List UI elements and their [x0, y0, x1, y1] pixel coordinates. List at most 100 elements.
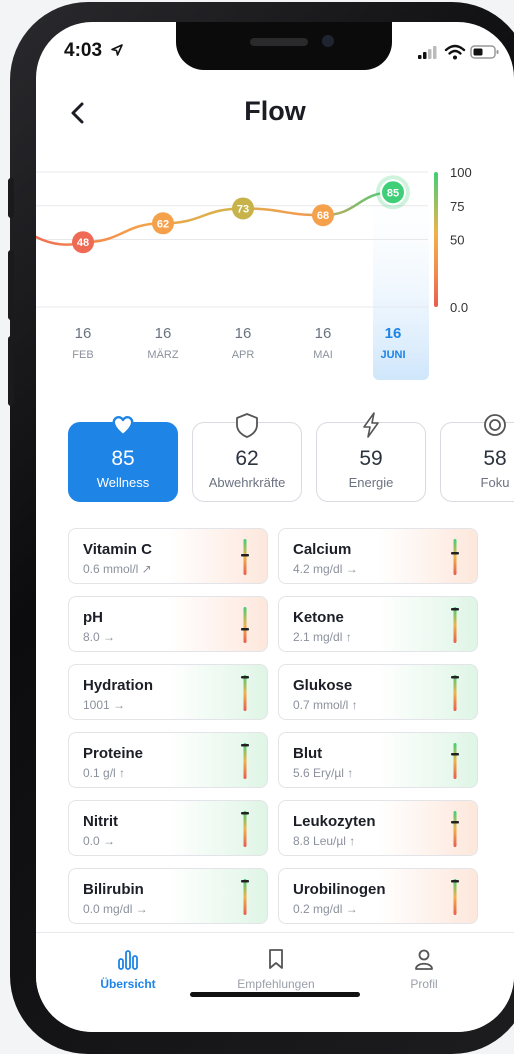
target-icon [441, 411, 514, 439]
category-tiles: 85 Wellness 62 Abwehrkräfte 59 Energie 58 Foku [36, 412, 514, 522]
tile-energie[interactable]: 59 Energie [316, 412, 426, 502]
parameter-value: 0.7 mmol/l ↑ [293, 698, 358, 712]
nav-label: Profil [410, 977, 438, 991]
nav-label: Empfehlungen [237, 977, 315, 991]
parameter-value: 1001 → [83, 698, 126, 712]
parameter-card[interactable]: Proteine 0.1 g/l ↑ [68, 732, 268, 788]
flow-chart-svg: 0.0 50 75 100 48 62 73 68 85 16 FEB 16 MÄRZ 16 APR 16 MA… [36, 165, 472, 380]
date-month-label[interactable]: MÄRZ [147, 349, 178, 361]
date-day-label[interactable]: 16 [235, 325, 252, 342]
nav-label: Übersicht [100, 977, 156, 991]
data-point-label: 68 [317, 210, 329, 222]
nav-item-übersicht[interactable]: Übersicht [68, 947, 188, 991]
parameter-name: Hydration [83, 677, 154, 694]
parameter-value: 8.8 Leu/µl ↑ [293, 834, 356, 848]
tile-value: 85 [111, 447, 135, 470]
front-camera [322, 35, 334, 47]
date-month-label[interactable]: MAI [313, 349, 333, 361]
date-day-label[interactable]: 16 [385, 325, 402, 342]
level-gauge [241, 811, 249, 847]
shield-icon [193, 411, 301, 439]
lightning-icon [317, 411, 425, 439]
parameter-card[interactable]: Calcium 4.2 mg/dl → [278, 528, 478, 584]
notch [176, 22, 392, 70]
heart-icon [69, 411, 177, 439]
bookmark-icon [216, 947, 336, 971]
parameter-name: Glukose [293, 677, 353, 694]
tile-label: Wellness [96, 475, 150, 490]
data-point-label: 48 [77, 237, 89, 249]
parameter-value: 0.0 → [83, 834, 116, 848]
status-time-text: 4:03 [64, 40, 103, 61]
page-title: Flow [244, 96, 306, 126]
signal-icon [418, 46, 437, 59]
date-day-label[interactable]: 16 [315, 325, 332, 342]
date-day-label[interactable]: 16 [75, 325, 92, 342]
parameter-name: Blut [293, 745, 323, 762]
parameter-card[interactable]: Leukozyten 8.8 Leu/µl ↑ [278, 800, 478, 856]
parameter-card[interactable]: Urobilinogen 0.2 mg/dl → [278, 868, 478, 924]
y-tick-label: 75 [450, 199, 464, 214]
parameter-name: Nitrit [83, 813, 118, 830]
tile-label: Abwehrkräfte [208, 475, 286, 490]
level-gauge [241, 607, 249, 643]
date-month-label[interactable]: JUNI [380, 349, 405, 361]
status-indicators [418, 42, 508, 62]
level-gauge [451, 879, 459, 915]
parameter-value: 5.6 Ery/µl ↑ [293, 766, 354, 780]
level-gauge [241, 743, 249, 779]
wifi-icon [444, 44, 466, 60]
tile-foku[interactable]: 58 Foku [440, 414, 514, 502]
tile-value: 58 [483, 447, 507, 470]
parameter-card[interactable]: Blut 5.6 Ery/µl ↑ [278, 732, 478, 788]
location-arrow-icon [111, 44, 124, 56]
parameter-value: 2.1 mg/dl ↑ [293, 630, 352, 644]
level-gauge [451, 811, 459, 847]
parameter-value: 0.1 g/l ↑ [83, 766, 126, 780]
battery-icon [470, 45, 499, 59]
person-icon [364, 947, 484, 971]
date-month-label[interactable]: FEB [72, 349, 93, 361]
nav-item-empfehlungen[interactable]: Empfehlungen [216, 947, 336, 991]
date-day-label[interactable]: 16 [155, 325, 172, 342]
level-gauge [241, 539, 249, 575]
parameter-name: Urobilinogen [293, 881, 386, 898]
parameter-name: Calcium [293, 541, 352, 558]
level-gauge [451, 743, 459, 779]
parameter-card[interactable]: Bilirubin 0.0 mg/dl → [68, 868, 268, 924]
parameter-name: pH [83, 609, 103, 626]
side-button-volume-up [8, 250, 14, 320]
y-tick-label: 50 [450, 233, 464, 248]
side-button-silent [8, 178, 14, 218]
parameter-card[interactable]: Nitrit 0.0 → [68, 800, 268, 856]
parameter-value: 0.2 mg/dl → [293, 902, 358, 916]
parameter-card[interactable]: Hydration 1001 → [68, 664, 268, 720]
bottom-navigation: Übersicht Empfehlungen Profil [36, 932, 514, 1032]
parameter-value: 4.2 mg/dl → [293, 562, 358, 576]
parameter-card[interactable]: pH 8.0 → [68, 596, 268, 652]
tile-value: 62 [235, 447, 259, 470]
tile-abwehrkräfte[interactable]: 62 Abwehrkräfte [192, 413, 302, 502]
parameter-card[interactable]: Ketone 2.1 mg/dl ↑ [278, 596, 478, 652]
tile-label: Energie [348, 475, 394, 490]
parameter-card[interactable]: Vitamin C 0.6 mmol/l ↗ [68, 528, 268, 584]
level-gauge [451, 675, 459, 711]
parameter-value: 8.0 → [83, 630, 116, 644]
flow-chart[interactable]: 0.0 50 75 100 48 62 73 68 85 16 FEB 16 MÄRZ 16 APR 16 MA… [36, 162, 514, 402]
tile-wellness[interactable]: 85 Wellness [68, 415, 178, 502]
parameter-name: Vitamin C [83, 541, 152, 558]
parameter-card[interactable]: Glukose 0.7 mmol/l ↑ [278, 664, 478, 720]
parameter-name: Leukozyten [293, 813, 376, 830]
nav-item-profil[interactable]: Profil [364, 947, 484, 991]
parameter-value: 0.6 mmol/l ↗ [83, 562, 152, 576]
parameter-name: Bilirubin [83, 881, 144, 898]
data-point-label: 73 [237, 203, 249, 215]
data-point-label: 62 [157, 218, 169, 230]
y-tick-label: 100 [450, 165, 472, 180]
score-scale-bar [434, 172, 438, 307]
date-month-label[interactable]: APR [232, 349, 255, 361]
bar-chart-icon [68, 947, 188, 971]
home-indicator [190, 992, 360, 997]
level-gauge [241, 675, 249, 711]
parameter-value: 0.0 mg/dl → [83, 902, 148, 916]
